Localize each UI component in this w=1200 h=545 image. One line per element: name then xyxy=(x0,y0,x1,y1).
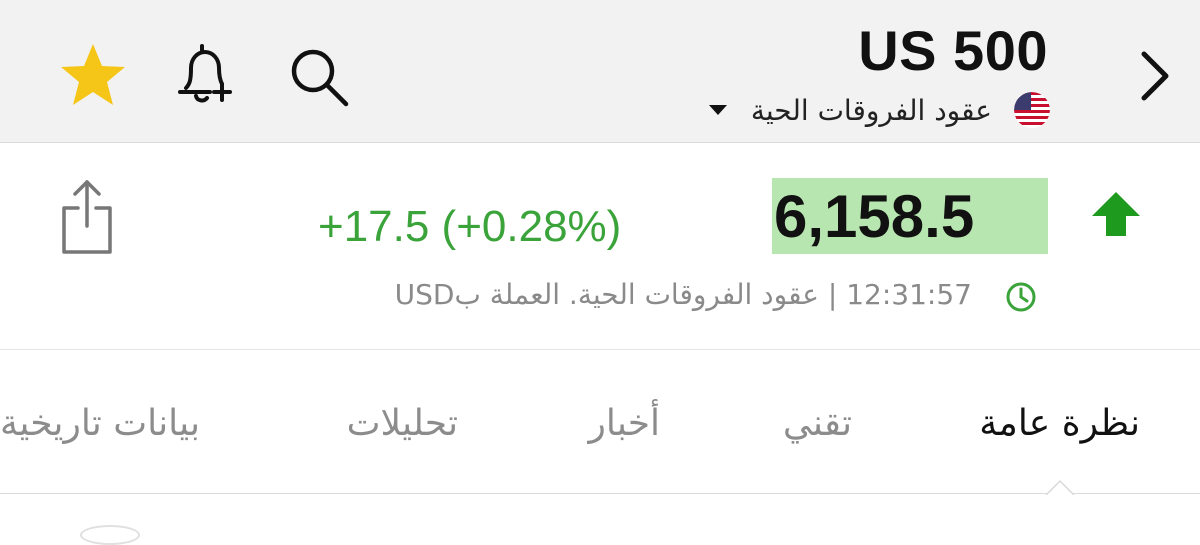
top-bar: US 500 عقود الفروقات الحية xyxy=(0,0,1200,143)
quote-meta: 12:31:57 | عقود الفروقات الحية. العملة ب… xyxy=(394,278,972,311)
active-tab-indicator xyxy=(1046,479,1074,495)
partial-element xyxy=(80,525,140,545)
tab-historical-data[interactable]: بيانات تاريخية xyxy=(0,403,200,444)
page-title: US 500 xyxy=(858,19,1048,82)
price-change: +17.5 (+0.28%) xyxy=(318,202,622,251)
chevron-right-icon[interactable] xyxy=(1132,44,1176,108)
us-flag-icon xyxy=(1014,92,1050,128)
quote-panel: +17.5 (+0.28%) 6,158.5 12:31:57 | عقود ا… xyxy=(0,144,1200,350)
tab-analysis[interactable]: تحليلات xyxy=(347,403,458,444)
caret-down-icon xyxy=(708,105,727,115)
tab-bar: نظرة عامة تقني أخبار تحليلات بيانات تاري… xyxy=(0,351,1200,494)
tab-overview[interactable]: نظرة عامة xyxy=(979,403,1140,444)
tab-technical[interactable]: تقني xyxy=(783,403,852,444)
share-icon[interactable] xyxy=(58,178,116,258)
market-type-label: عقود الفروقات الحية xyxy=(750,93,992,127)
market-type-selector[interactable]: عقود الفروقات الحية xyxy=(708,88,1050,132)
bell-plus-icon[interactable] xyxy=(170,40,240,110)
tab-news[interactable]: أخبار xyxy=(589,403,660,444)
up-arrow-icon xyxy=(1092,192,1140,236)
star-icon[interactable] xyxy=(58,40,128,110)
search-icon[interactable] xyxy=(286,44,352,110)
clock-icon xyxy=(1006,282,1036,312)
current-price: 6,158.5 xyxy=(774,182,975,250)
